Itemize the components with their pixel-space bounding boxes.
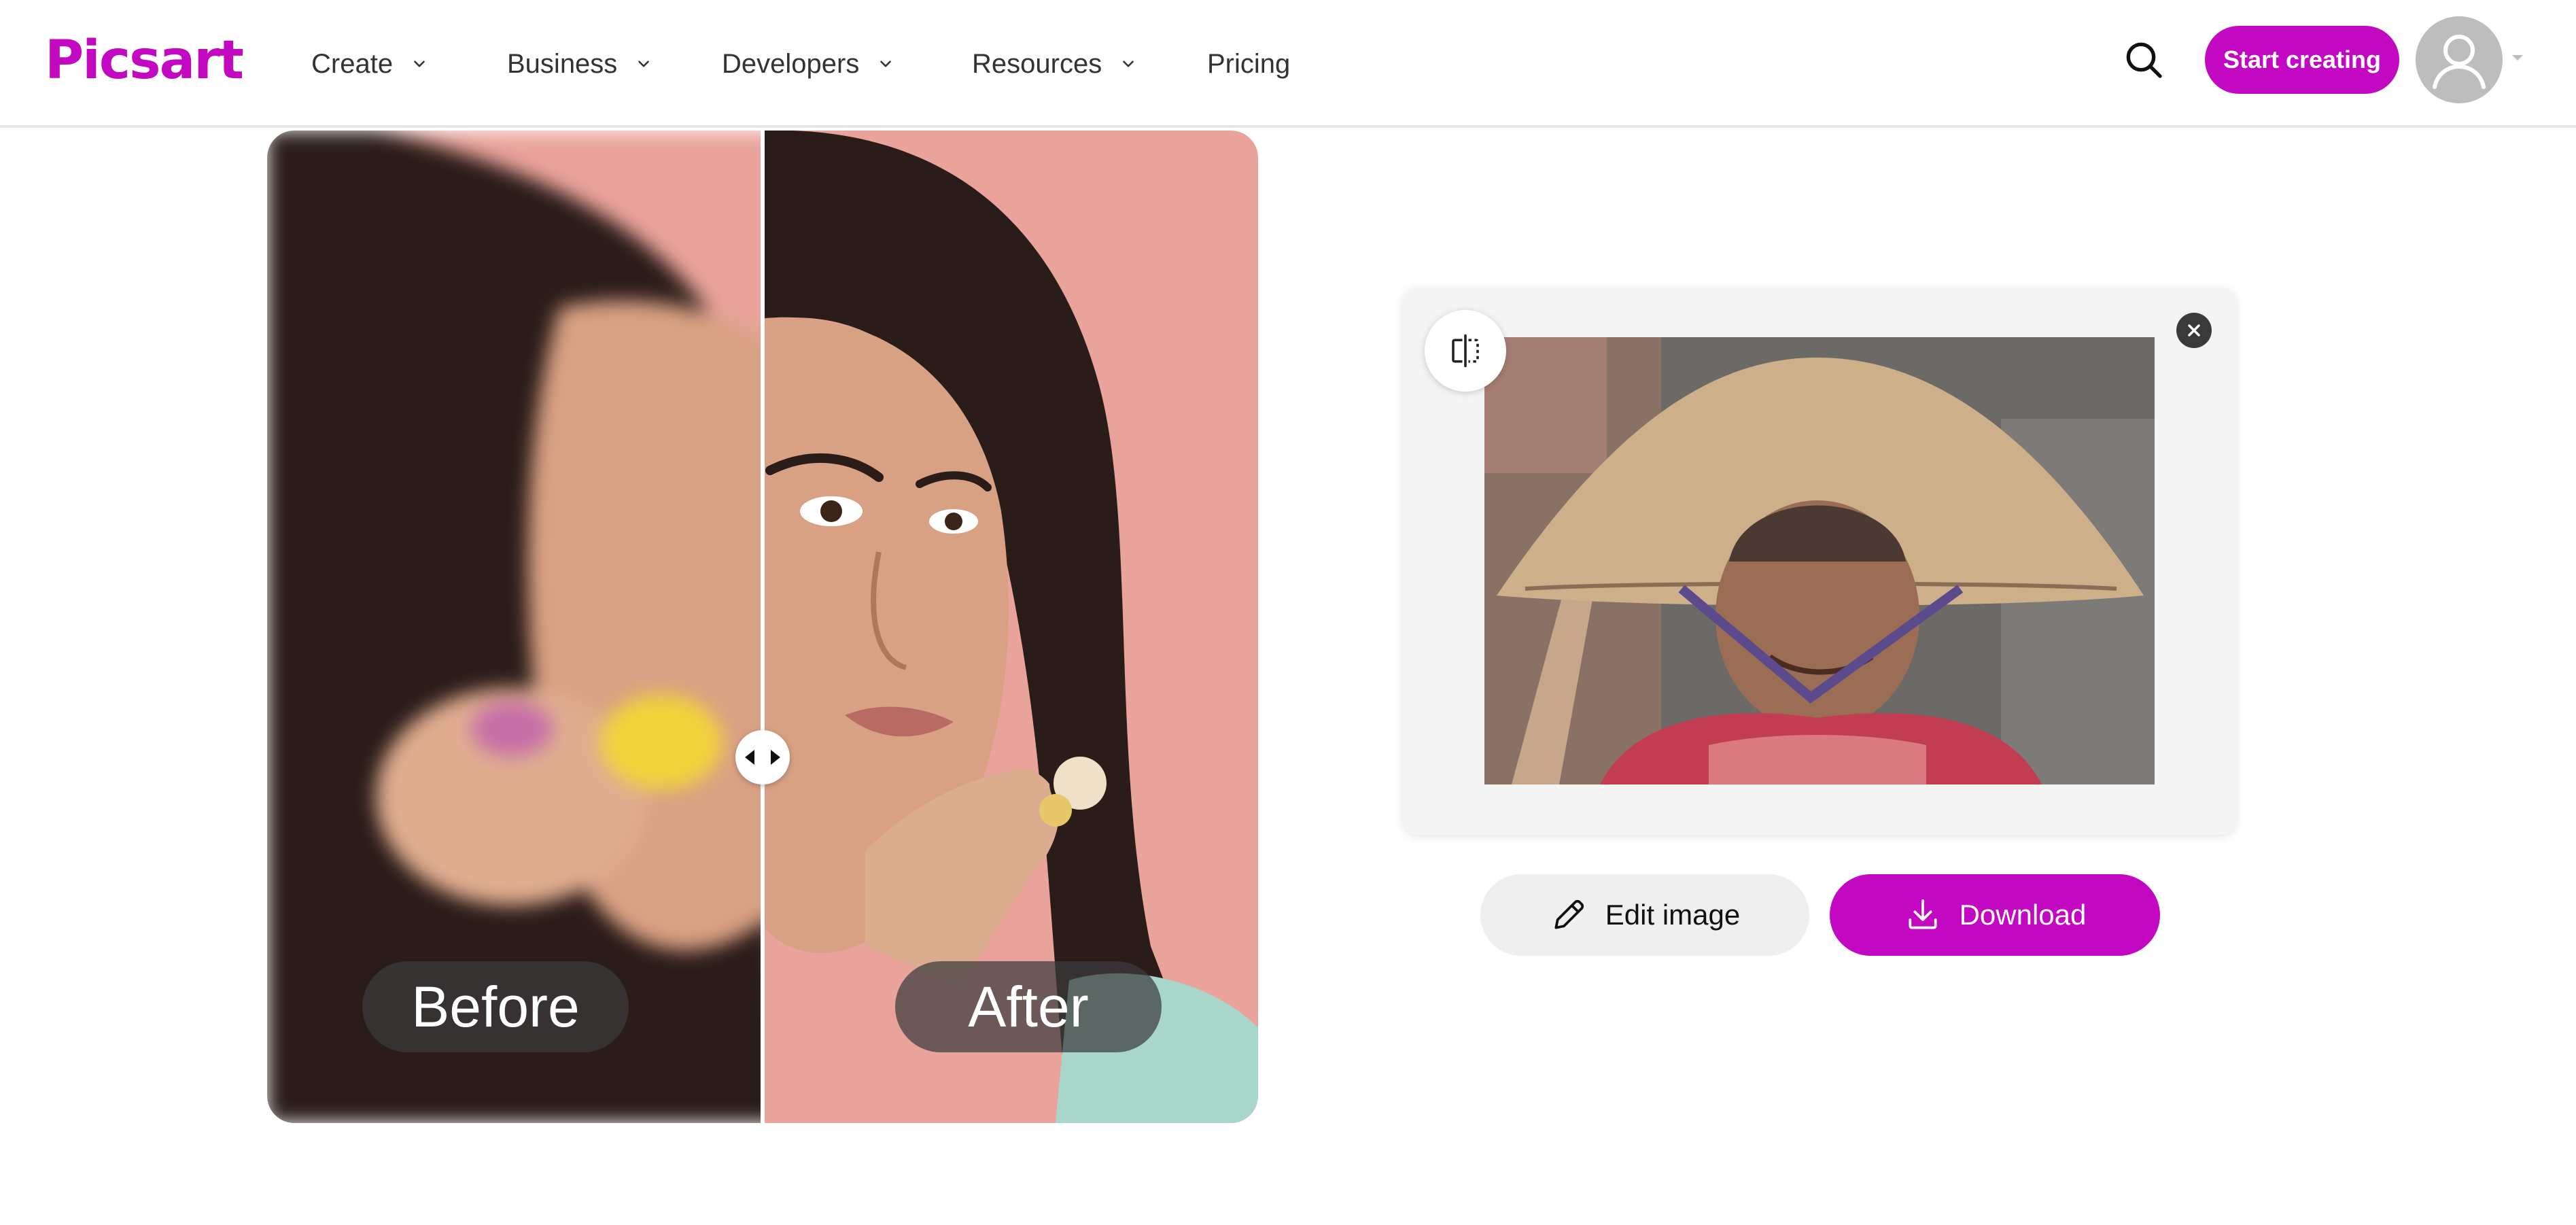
before-label: Before xyxy=(362,961,629,1052)
user-avatar-icon xyxy=(2416,16,2503,103)
download-label: Download xyxy=(1959,899,2087,931)
result-preview-card xyxy=(1403,288,2236,835)
download-icon xyxy=(1909,899,1937,929)
chevron-down-icon xyxy=(1123,61,1134,67)
download-button[interactable]: Download xyxy=(1830,874,2160,956)
edit-image-button[interactable]: Edit image xyxy=(1480,874,1809,956)
portrait-photo-result xyxy=(1484,337,2155,784)
nav-label-create: Create xyxy=(311,48,394,79)
nav-item-developers[interactable]: Developers xyxy=(722,37,894,91)
caret-down-icon[interactable] xyxy=(2511,53,2524,63)
search-icon xyxy=(2126,42,2162,78)
arrows-left-right-icon xyxy=(745,750,780,765)
nav-item-resources[interactable]: Resources xyxy=(972,37,1137,91)
nav-label-resources: Resources xyxy=(972,48,1102,79)
pencil-icon xyxy=(1554,899,1584,929)
close-button[interactable] xyxy=(2176,313,2212,348)
search-button[interactable] xyxy=(2122,38,2165,82)
split-compare-icon xyxy=(1452,334,1479,368)
nav-label-business: Business xyxy=(507,48,618,79)
nav-label-developers: Developers xyxy=(722,48,860,79)
result-image xyxy=(1484,337,2155,784)
after-label: After xyxy=(895,961,1162,1052)
user-avatar[interactable] xyxy=(2416,16,2503,103)
chevron-down-icon xyxy=(414,61,425,67)
nav-item-business[interactable]: Business xyxy=(507,37,652,91)
start-creating-button[interactable]: Start creating xyxy=(2205,26,2399,94)
nav-item-pricing[interactable]: Pricing xyxy=(1207,37,1290,91)
compare-toggle-button[interactable] xyxy=(1425,310,1506,392)
top-navigation-bar: Picsart Create Business Developers Resou… xyxy=(0,0,2576,128)
before-after-comparison[interactable]: Before After xyxy=(267,131,1258,1123)
chevron-down-icon xyxy=(638,61,650,67)
comparison-slider-handle[interactable] xyxy=(735,730,790,784)
nav-item-create[interactable]: Create xyxy=(311,37,428,91)
close-icon xyxy=(2188,324,2200,337)
picsart-logo[interactable]: Picsart xyxy=(45,30,244,91)
comparison-divider-line xyxy=(761,131,765,1123)
chevron-down-icon xyxy=(880,61,892,67)
nav-label-pricing: Pricing xyxy=(1207,48,1291,79)
edit-image-label: Edit image xyxy=(1605,899,1741,931)
